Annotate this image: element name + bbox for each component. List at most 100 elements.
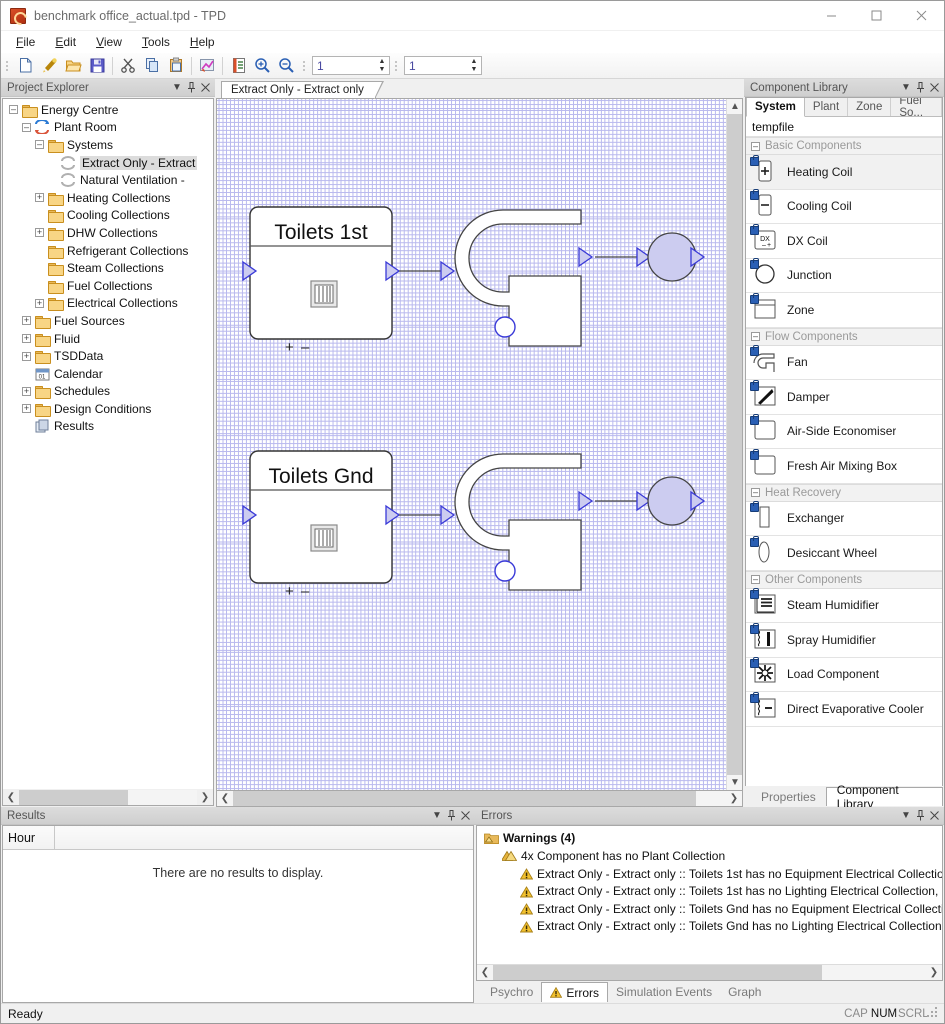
toolbar-grip[interactable] [3,56,11,76]
tree-node-heating-collections[interactable]: + Heating Collections [3,189,213,207]
cl-item-load-component[interactable]: Load Component [746,657,942,692]
scroll-left-icon[interactable]: ❮ [3,790,19,805]
report-icon[interactable] [226,55,250,77]
tree-node-schedules[interactable]: + Schedules [3,383,213,401]
menu-edit[interactable]: Edit [46,32,85,52]
tree-expander-minus[interactable]: – [35,140,44,150]
tree-node-plant-room[interactable]: – Plant Room [3,119,213,137]
tree-node-fuel-collections[interactable]: Fuel Collections [3,277,213,295]
menu-file[interactable]: File [7,32,44,52]
page-spin-buttons[interactable]: ▲ ▼ [467,57,481,74]
errors-group-node[interactable]: 4x Component has no Plant Collection [477,847,942,865]
hscroll-track[interactable] [19,789,197,805]
schematic-canvas[interactable]: Toilets 1st + – Toilets Gnd + – [217,99,726,790]
errors-scroll-right-icon[interactable]: ❯ [926,965,942,980]
cl-item-exchanger[interactable]: Exchanger [746,501,942,536]
cl-footer-tab-properties[interactable]: Properties [751,787,826,806]
chevron-down-icon-res[interactable]: ▼ [430,809,444,823]
zoom-level-spin-buttons[interactable]: ▲ ▼ [375,57,389,74]
spin-down-icon-2[interactable]: ▼ [471,66,478,73]
tree-node-steam-collections[interactable]: Steam Collections [3,259,213,277]
tab-extract-only[interactable]: Extract Only - Extract only [221,81,384,99]
error-message-row[interactable]: Extract Only - Extract only :: Toilets 1… [477,865,942,883]
cl-item-dx-coil[interactable]: DX – + DX Coil [746,223,942,259]
pin-icon-res[interactable] [444,809,458,823]
tree-expander-plus[interactable]: + [22,316,31,326]
wizard-icon[interactable] [37,55,61,77]
bottom-tab-graph[interactable]: Graph [720,982,769,1002]
spin-up-icon-2[interactable]: ▲ [471,58,478,65]
zoom-level-stepper[interactable]: ▲▼ [312,56,390,75]
scroll-right-icon[interactable]: ❯ [197,790,213,805]
canvas-hscrollbar[interactable]: ❮ ❯ [216,791,743,807]
menu-view[interactable]: View [87,32,131,52]
cl-item-cooling-coil[interactable]: Cooling Coil [746,189,942,224]
canvas-hscroll-track[interactable] [233,791,726,806]
tree-expander-plus[interactable]: + [22,334,31,344]
cl-item-heating-coil[interactable]: Heating Coil [746,154,942,190]
maximize-icon[interactable] [854,1,899,31]
project-tree[interactable]: – Energy Centre – Plant Room – Systems Extract… [2,98,214,789]
close-icon-cl[interactable] [927,81,941,95]
paste-icon[interactable] [164,55,188,77]
component-library-list[interactable]: – Basic Components Heating Coil Cooling Coi… [746,137,942,786]
project-tree-hscrollbar[interactable]: ❮ ❯ [2,789,214,806]
menu-tools[interactable]: Tools [133,32,179,52]
cl-tab-fuel-so[interactable]: Fuel So... [891,98,942,119]
close-icon-err[interactable] [927,809,941,823]
resize-grip-icon[interactable] [926,1006,942,1022]
fan-toilets-gnd[interactable] [454,453,593,591]
save-icon[interactable] [85,55,109,77]
menu-help[interactable]: Help [181,32,224,52]
tree-node-dhw-collections[interactable]: + DHW Collections [3,224,213,242]
tree-node-natural-ventilation[interactable]: Natural Ventilation - [3,171,213,189]
close-icon-res[interactable] [458,809,472,823]
cl-group-flow-components[interactable]: – Flow Components [746,327,942,346]
tree-node-fluid[interactable]: + Fluid [3,330,213,348]
tree-node-refrigerant-collections[interactable]: Refrigerant Collections [3,242,213,260]
scroll-down-icon[interactable]: ▼ [727,775,743,790]
tree-node-electrical-collections[interactable]: + Electrical Collections [3,295,213,313]
canvas-vscrollbar[interactable]: ▲ ▼ [726,99,742,790]
cl-item-zone[interactable]: Zone [746,292,942,328]
errors-root-node[interactable]: Warnings (4) [477,829,942,847]
bottom-tab-psychro[interactable]: Psychro [482,982,541,1002]
errors-list[interactable]: Warnings (4) 4x Component has no Plant Co… [477,826,942,964]
error-message-row[interactable]: Extract Only - Extract only :: Toilets 1… [477,883,942,901]
zone-block-toilets-1st[interactable]: Toilets 1st + – [242,206,400,356]
tree-node-results[interactable]: Results [3,418,213,436]
bottom-tab-errors[interactable]: Errors [541,982,609,1002]
chevron-down-icon-cl[interactable]: ▼ [899,81,913,95]
tree-expander-plus[interactable]: + [22,386,31,396]
cl-item-fresh-air-mixing-box[interactable]: Fresh Air Mixing Box [746,448,942,484]
tree-expander-plus[interactable]: + [35,228,44,238]
error-message-row[interactable]: Extract Only - Extract only :: Toilets G… [477,900,942,918]
minimize-icon[interactable] [809,1,854,31]
tree-node-cooling-collections[interactable]: Cooling Collections [3,207,213,225]
scroll-up-icon[interactable]: ▲ [727,99,743,114]
spin-up-icon[interactable]: ▲ [379,58,386,65]
fan-toilets-1st[interactable] [454,209,593,347]
zoom-in-icon[interactable] [250,55,274,77]
tree-expander-plus[interactable]: + [35,193,44,203]
group-collapse-icon[interactable]: – [751,332,760,341]
group-collapse-icon[interactable]: – [751,575,760,584]
cl-item-spray-humidifier[interactable]: Spray Humidifier [746,622,942,658]
cl-item-air-side-economiser[interactable]: Air-Side Economiser [746,414,942,449]
canvas-scroll-left-icon[interactable]: ❮ [217,791,233,806]
vscroll-thumb[interactable] [727,114,742,775]
cl-item-damper[interactable]: Damper [746,379,942,415]
tree-node-fuel-sources[interactable]: + Fuel Sources [3,312,213,330]
cl-item-direct-evaporative-cooler[interactable]: Direct Evaporative Cooler [746,691,942,727]
tree-node-energy-centre[interactable]: – Energy Centre [3,101,213,119]
errors-hscrollbar[interactable]: ❮ ❯ [477,964,942,980]
bottom-tab-simulation-events[interactable]: Simulation Events [608,982,720,1002]
cl-tab-system[interactable]: System [746,98,805,117]
results-grid[interactable]: Hour There are no results to display. [2,825,474,1003]
tree-expander-plus[interactable]: + [35,298,44,308]
copy-icon[interactable] [140,55,164,77]
cl-group-basic-components[interactable]: – Basic Components [746,137,942,155]
zoom-out-icon[interactable] [274,55,298,77]
canvas-scroll-right-icon[interactable]: ❯ [726,791,742,806]
spinner-group-grip[interactable] [300,56,308,76]
